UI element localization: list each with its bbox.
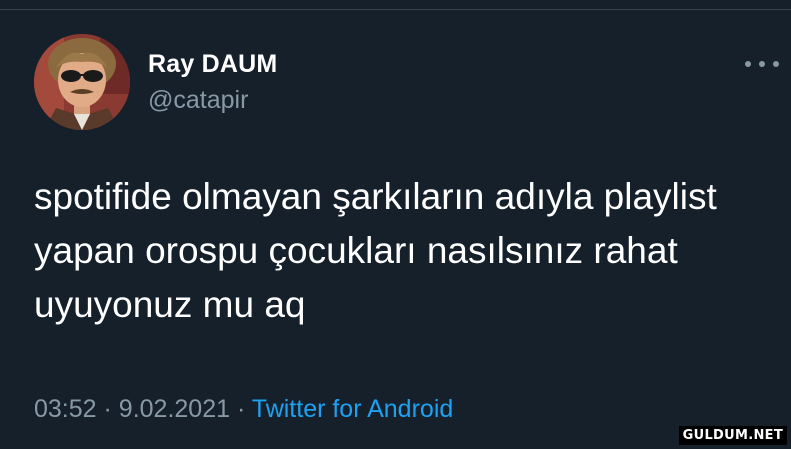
tweet-text: spotifide olmayan şarkıların adıyla play…	[34, 176, 717, 325]
author-handle[interactable]: @catapir	[148, 86, 248, 115]
avatar[interactable]	[34, 34, 130, 130]
tweet-source-link[interactable]: Twitter for Android	[252, 395, 453, 423]
author-name[interactable]: Ray DAUM	[148, 50, 277, 79]
tweet-card: Ray DAUM @catapir spotifide olmayan şark…	[0, 0, 791, 449]
meta-separator: ·	[103, 395, 112, 423]
avatar-image	[34, 34, 130, 130]
more-horizontal-icon	[745, 61, 751, 67]
tweet-meta: 03:52 · 9.02.2021 · Twitter for Android	[34, 395, 453, 424]
tweet-time[interactable]: 03:52	[34, 395, 97, 423]
meta-separator: ·	[236, 395, 246, 423]
more-options-button[interactable]	[745, 52, 779, 76]
tweet-date[interactable]: 9.02.2021	[119, 395, 230, 423]
more-horizontal-icon-dot	[759, 61, 765, 67]
watermark-logo: GULDUM.NET	[678, 426, 787, 445]
more-horizontal-icon-dot	[773, 61, 779, 67]
